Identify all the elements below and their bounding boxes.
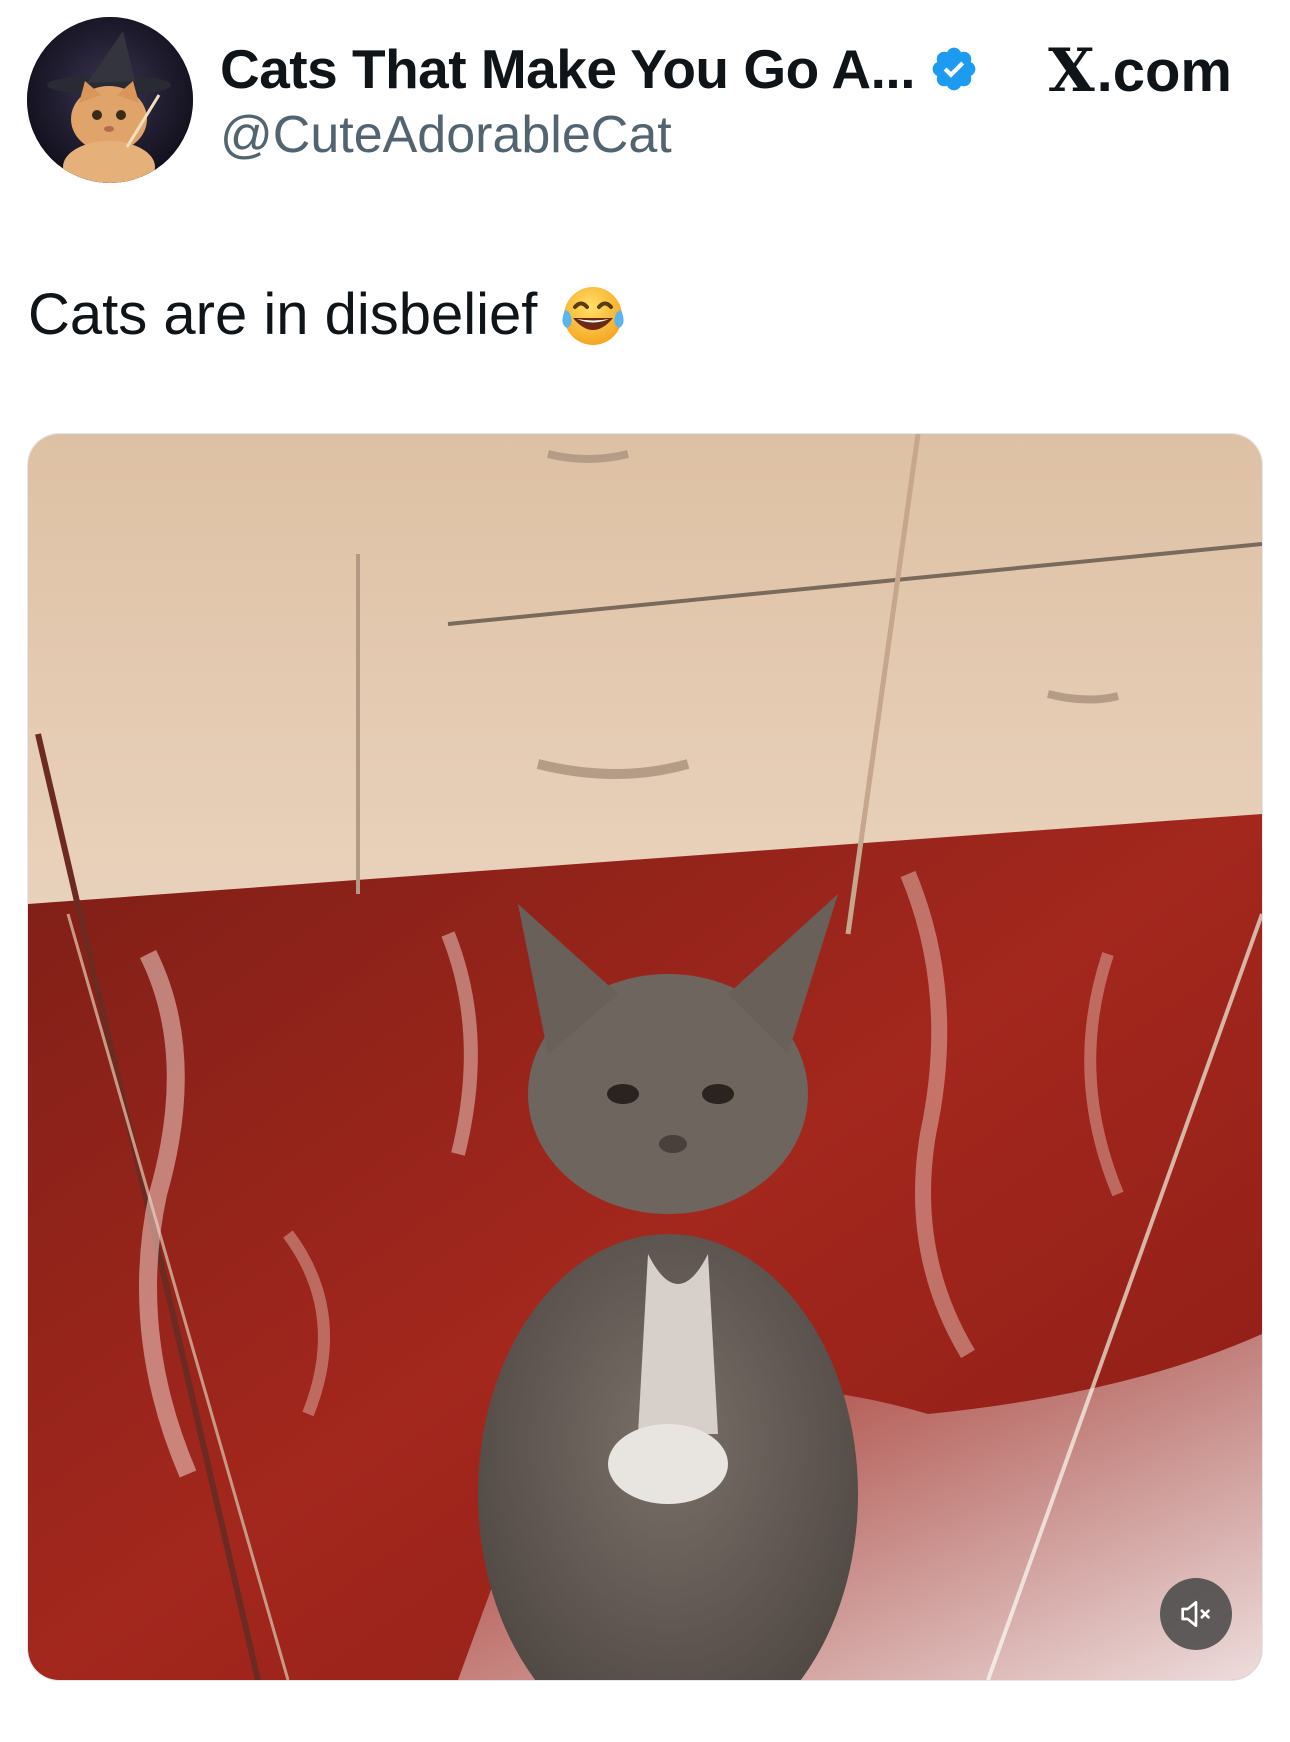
tweet-body: Cats are in disbelief [28,280,627,348]
tweet-header: Cats That Make You Go A... @CuteAdorable… [0,0,1290,200]
profile-avatar[interactable] [27,17,193,183]
user-handle[interactable]: @CuteAdorableCat [220,105,672,165]
verified-badge-icon [929,44,979,94]
tweet-text: Cats are in disbelief [28,281,538,347]
x-logo-icon: X [1048,36,1095,106]
video-frame [28,434,1262,1680]
muted-speaker-icon [1181,1601,1210,1627]
display-name[interactable]: Cats That Make You Go A... [220,37,916,101]
site-label[interactable]: X .com [1048,36,1232,106]
face-with-tears-of-joy-icon [559,280,627,348]
video-player[interactable] [27,433,1263,1681]
avatar-image [27,17,193,183]
display-name-row[interactable]: Cats That Make You Go A... [220,36,979,102]
site-domain: .com [1096,38,1232,104]
mute-button[interactable] [1160,1578,1232,1650]
